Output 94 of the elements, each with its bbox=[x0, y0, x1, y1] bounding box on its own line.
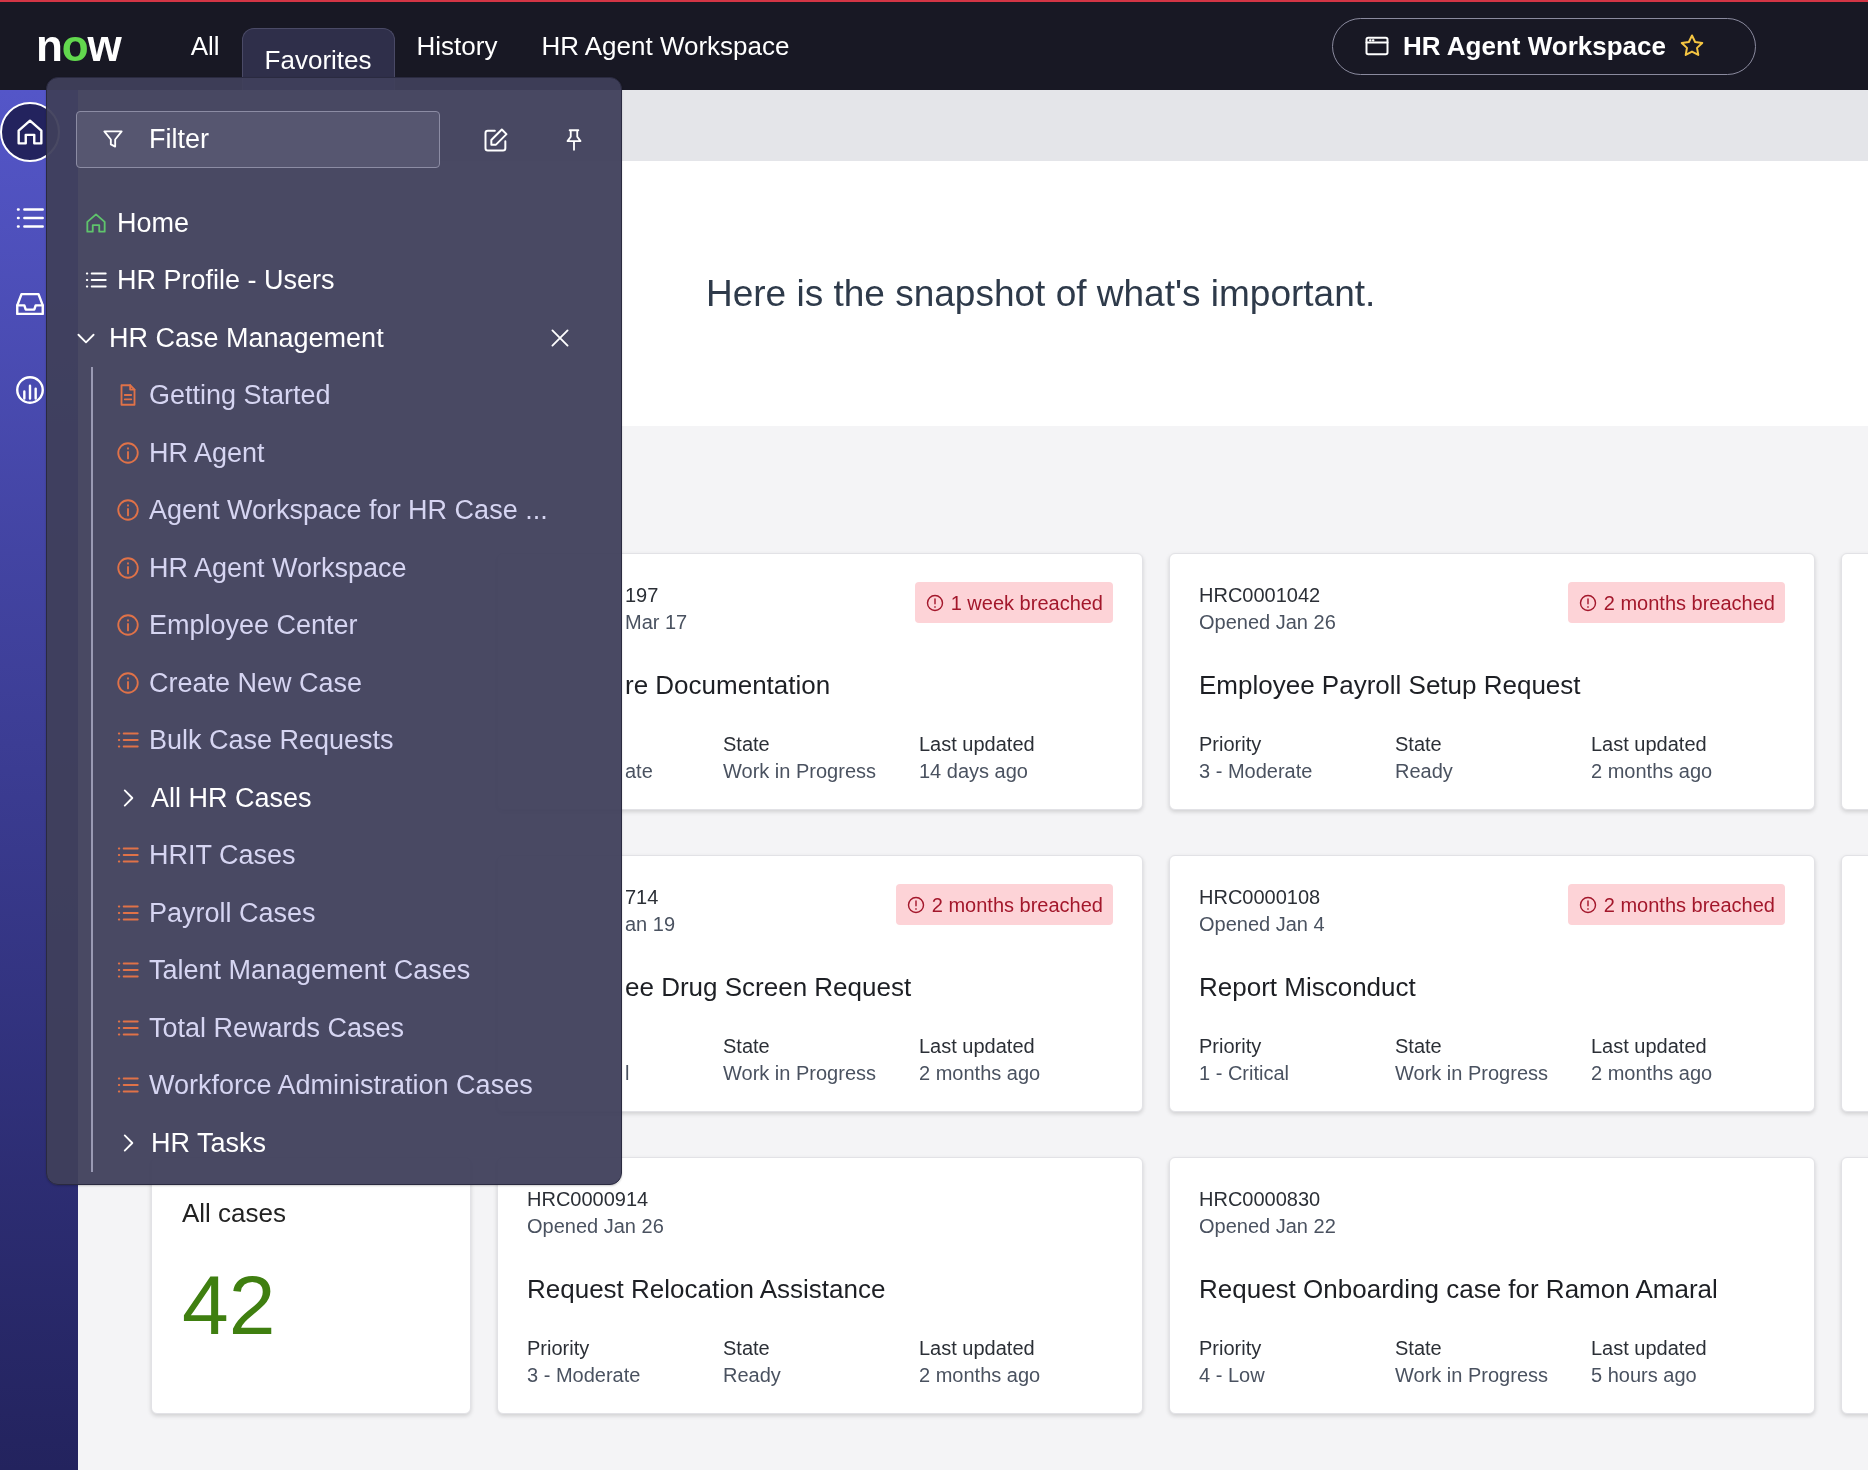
opened-date: Opened Jan 22 bbox=[1199, 1214, 1336, 1239]
case-title: Report Misconduct bbox=[1199, 971, 1417, 1004]
case-title: re Documentation bbox=[624, 669, 832, 702]
menu-item[interactable]: Payroll Cases bbox=[115, 892, 316, 933]
nav-tab[interactable]: All bbox=[168, 14, 242, 78]
field-value: Work in Progress bbox=[1395, 1061, 1549, 1086]
nav-tab[interactable]: History bbox=[394, 14, 520, 78]
field-label: Last updated bbox=[1591, 1034, 1708, 1059]
menu-item[interactable]: Home bbox=[83, 202, 190, 243]
field-value: 3 - Moderate bbox=[1199, 759, 1314, 784]
info-icon bbox=[115, 669, 141, 696]
field-value: Work in Progress bbox=[723, 1061, 877, 1086]
menu-item[interactable]: Total Rewards Cases bbox=[115, 1007, 405, 1048]
case-number: HRC0001042 bbox=[1199, 583, 1322, 608]
menu-group[interactable]: HR Tasks bbox=[115, 1122, 267, 1163]
filter-field[interactable]: Filter bbox=[76, 111, 440, 168]
breach-badge: 1 week breached bbox=[914, 582, 1113, 623]
field-label: Last updated bbox=[919, 1336, 1036, 1361]
menu-item[interactable]: Agent Workspace for HR Case ... bbox=[115, 490, 548, 531]
field-value: 2 months ago bbox=[1591, 759, 1714, 784]
case-number: HRC0000914 bbox=[527, 1187, 650, 1212]
chart-icon bbox=[13, 373, 47, 407]
case-title: Request Onboarding case for Ramon Amaral bbox=[1199, 1273, 1719, 1306]
count-value: 42 bbox=[182, 1263, 277, 1347]
field-label: State bbox=[1395, 732, 1443, 757]
opened-date: Opened Jan 26 bbox=[527, 1214, 664, 1239]
field-label: Last updated bbox=[919, 732, 1036, 757]
field-value: 2 months ago bbox=[919, 1363, 1042, 1388]
field-value: l bbox=[625, 1061, 631, 1086]
case-title: Request Relocation Assistance bbox=[527, 1273, 887, 1306]
hero-heading: Here is the snapshot of what's important. bbox=[706, 271, 1376, 316]
menu-item[interactable]: Bulk Case Requests bbox=[115, 720, 394, 761]
field-value: 1 - Critical bbox=[1199, 1061, 1290, 1086]
opened-date: an 19 bbox=[625, 912, 676, 937]
case-number: 197 bbox=[625, 583, 660, 608]
field-label: State bbox=[723, 1336, 771, 1361]
alert-icon bbox=[924, 592, 945, 613]
info-icon bbox=[115, 497, 141, 524]
field-label: Last updated bbox=[1591, 732, 1708, 757]
alert-icon bbox=[1577, 894, 1598, 915]
case-title: ee Drug Screen Request bbox=[624, 971, 913, 1004]
field-label: Last updated bbox=[919, 1034, 1036, 1059]
field-value: Work in Progress bbox=[1395, 1363, 1549, 1388]
opened-date: Opened Jan 26 bbox=[1199, 610, 1336, 635]
field-label: State bbox=[723, 732, 771, 757]
field-label: Priority bbox=[1199, 732, 1263, 757]
field-value: ate bbox=[625, 759, 654, 784]
field-value: Ready bbox=[1395, 759, 1454, 784]
field-value: Work in Progress bbox=[723, 759, 877, 784]
field-label: Last updated bbox=[1591, 1336, 1708, 1361]
case-number: HRC0000108 bbox=[1199, 885, 1322, 910]
info-icon bbox=[115, 612, 141, 639]
field-label: Priority bbox=[527, 1336, 591, 1361]
field-value: 2 months ago bbox=[919, 1061, 1042, 1086]
case-number: HRC0000830 bbox=[1199, 1187, 1322, 1212]
field-value: 4 - Low bbox=[1199, 1363, 1266, 1388]
opened-date: Mar 17 bbox=[625, 610, 688, 635]
field-label: Priority bbox=[1199, 1034, 1263, 1059]
case-card[interactable]: HRC0000830 Opened Jan 22 Request Onboarding case for Ramon Amaral Priority 4 - Low State Work in Progress Last updated 5 hours ago bbox=[1169, 1157, 1815, 1414]
field-value: Ready bbox=[723, 1363, 782, 1388]
info-icon bbox=[115, 554, 141, 581]
field-label: State bbox=[1395, 1336, 1443, 1361]
breach-badge: 2 months breached bbox=[1567, 884, 1785, 925]
breach-badge: 2 months breached bbox=[1567, 582, 1785, 623]
field-label: State bbox=[723, 1034, 771, 1059]
alert-icon bbox=[1577, 592, 1598, 613]
menu-item[interactable]: Getting Started bbox=[115, 375, 331, 416]
field-value: 5 hours ago bbox=[1591, 1363, 1698, 1388]
menu-item[interactable]: HR Agent Workspace bbox=[115, 547, 407, 588]
nav-tab[interactable]: HR Agent Workspace bbox=[519, 14, 812, 78]
opened-date: Opened Jan 4 bbox=[1199, 912, 1325, 937]
case-card[interactable]: HRC0000108 Opened Jan 4 2 months breached Report Misconduct Priority 1 - Critical State Work in Progress Last updated 2 months ago bbox=[1169, 855, 1815, 1112]
count-label: All cases bbox=[182, 1197, 288, 1230]
breach-badge: 2 months breached bbox=[895, 884, 1113, 925]
menu-item[interactable]: HR Profile - Users bbox=[83, 260, 335, 301]
field-value: 2 months ago bbox=[1591, 1061, 1714, 1086]
menu-item[interactable]: HRIT Cases bbox=[115, 835, 296, 876]
case-card[interactable]: HRC0001042 Opened Jan 26 2 months breached Employee Payroll Setup Request Priority 3 - Moderate State Ready Last updated 2 months ago bbox=[1169, 553, 1815, 810]
alert-icon bbox=[905, 894, 926, 915]
field-value: 14 days ago bbox=[919, 759, 1029, 784]
menu-item[interactable]: HR Agent bbox=[115, 432, 265, 473]
menu-group[interactable]: All HR Cases bbox=[115, 777, 312, 818]
menu-item[interactable]: Employee Center bbox=[115, 605, 358, 646]
menu-group[interactable]: HR Case Management bbox=[73, 317, 384, 358]
logo[interactable]: now bbox=[36, 24, 121, 68]
info-icon bbox=[115, 439, 141, 466]
case-number: 714 bbox=[625, 885, 660, 910]
field-label: State bbox=[1395, 1034, 1443, 1059]
menu-item[interactable]: Create New Case bbox=[115, 662, 363, 703]
field-label: Priority bbox=[1199, 1336, 1263, 1361]
field-value: 3 - Moderate bbox=[527, 1363, 642, 1388]
case-card[interactable]: HRC0000914 Opened Jan 26 Request Relocation Assistance Priority 3 - Moderate State Ready Last updated 2 months ago bbox=[497, 1157, 1143, 1414]
menu-item[interactable]: Talent Management Cases bbox=[115, 950, 471, 991]
case-title: Employee Payroll Setup Request bbox=[1199, 669, 1582, 702]
